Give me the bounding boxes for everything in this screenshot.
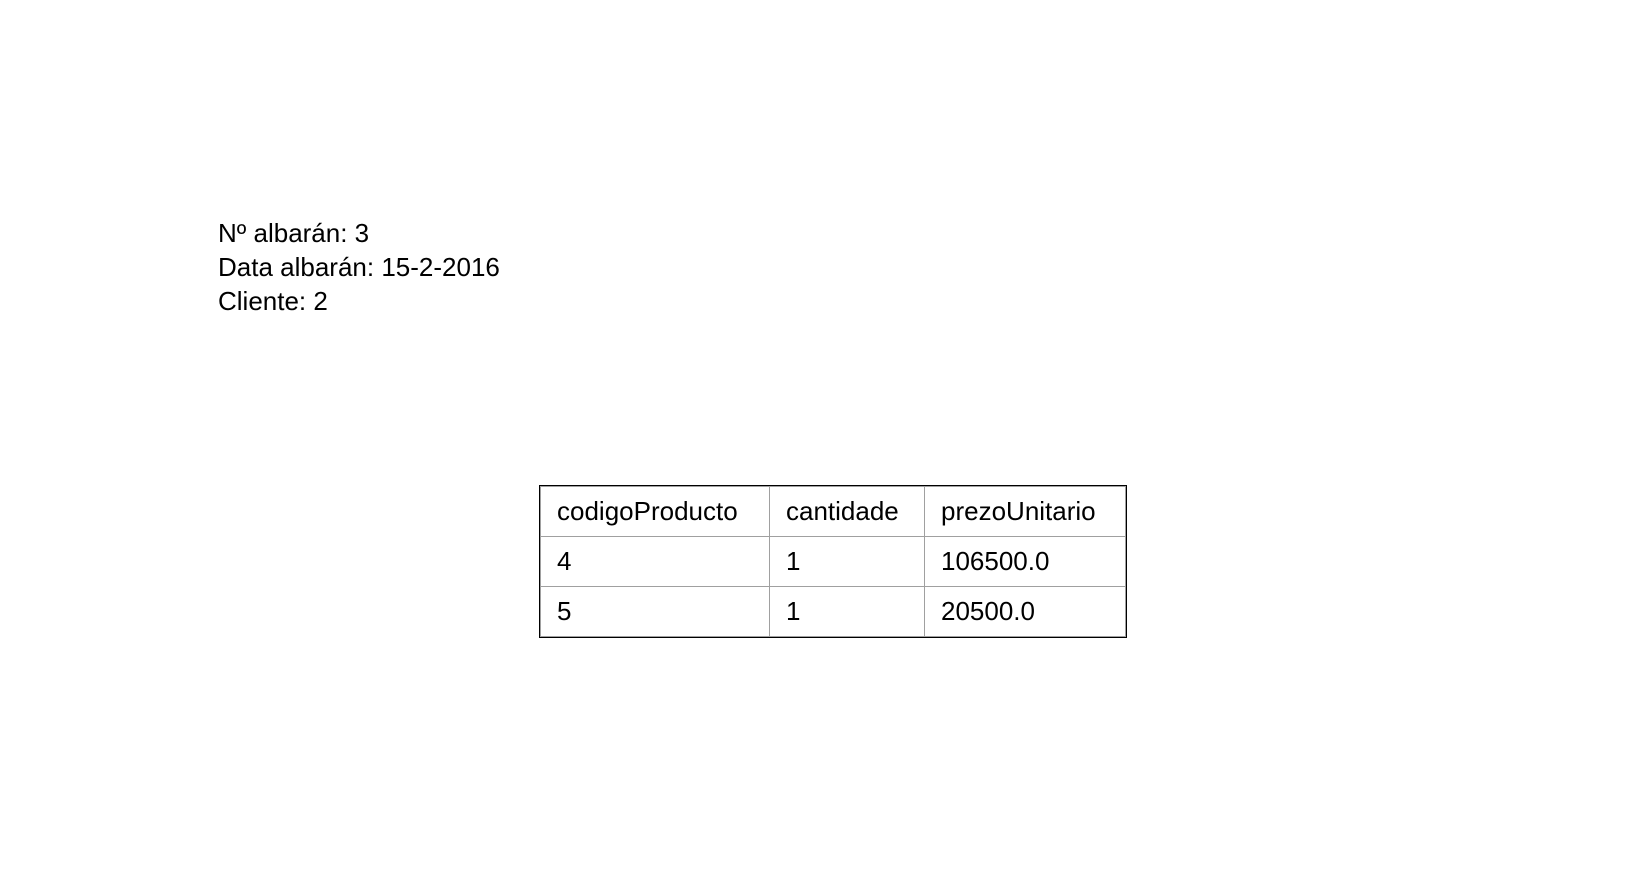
column-header-prezo-unitario: prezoUnitario — [924, 486, 1126, 537]
client-id: Cliente: 2 — [218, 286, 328, 316]
cell-codigo-producto: 5 — [540, 586, 770, 637]
cell-prezo-unitario: 20500.0 — [924, 586, 1126, 637]
products-table: codigoProducto cantidade prezoUnitario 4… — [539, 485, 1127, 638]
albaran-number: Nº albarán: 3 — [218, 218, 370, 248]
cell-prezo-unitario: 106500.0 — [924, 536, 1126, 587]
albaran-date: Data albarán: 15-2-2016 — [218, 252, 500, 282]
cell-cantidade: 1 — [769, 586, 925, 637]
column-header-codigo-producto: codigoProducto — [540, 486, 770, 537]
cell-codigo-producto: 4 — [540, 536, 770, 587]
albaran-header: Nº albarán: 3 Data albarán: 15-2-2016 Cl… — [218, 216, 500, 318]
cell-cantidade: 1 — [769, 536, 925, 587]
table-row: 5 1 20500.0 — [540, 586, 1126, 637]
table-header-row: codigoProducto cantidade prezoUnitario — [540, 486, 1126, 537]
column-header-cantidade: cantidade — [769, 486, 925, 537]
table-row: 4 1 106500.0 — [540, 536, 1126, 587]
